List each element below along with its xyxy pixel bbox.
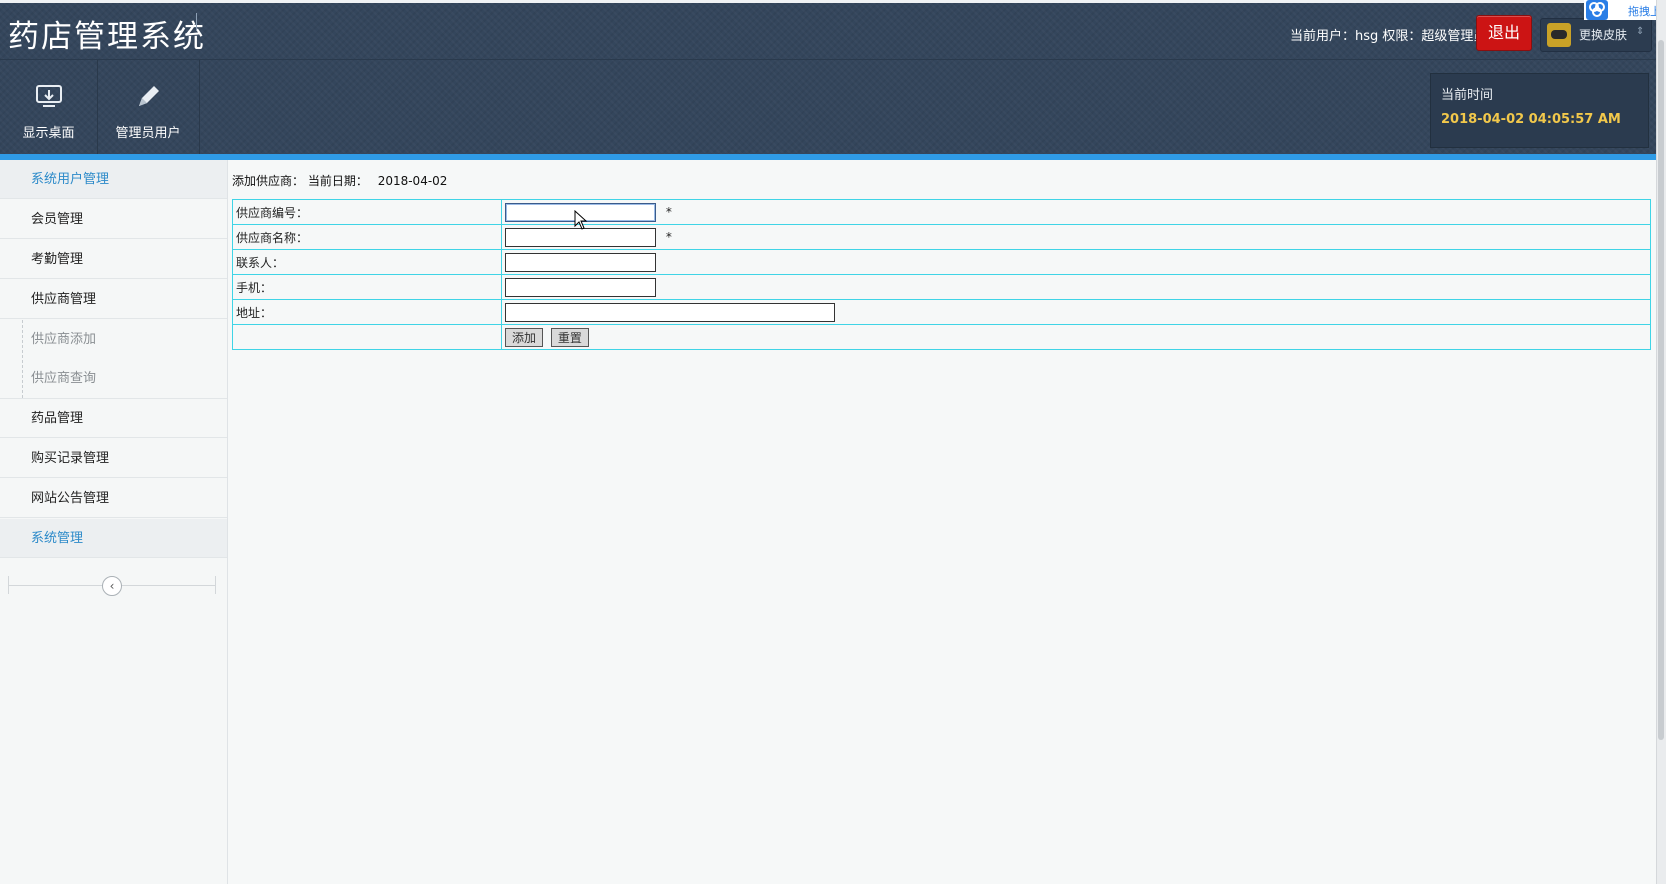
supplier-name-input[interactable] [505, 227, 656, 247]
page-title: 添加供应商： [232, 174, 305, 188]
sidebar-item-system-users[interactable]: 系统用户管理 [0, 160, 227, 199]
form-row: 手机： [232, 274, 1651, 300]
time-value: 2018-04-02 04:05:57 AM [1441, 112, 1621, 127]
skin-switcher[interactable]: 更换皮肤 ⇕ [1540, 18, 1652, 52]
phone-input[interactable] [505, 277, 656, 297]
required-mark: * [665, 204, 672, 219]
field-label: 供应商编号： [232, 199, 502, 225]
sidebar-item-system[interactable]: 系统管理 [0, 519, 227, 558]
contact-input[interactable] [505, 252, 656, 272]
field-label: 手机： [232, 274, 502, 300]
monitor-icon [34, 82, 64, 112]
field-cell: * [501, 199, 1651, 225]
time-label: 当前时间 [1441, 88, 1494, 103]
form-row: 地址： [232, 299, 1651, 325]
sidebar-item-drugs[interactable]: 药品管理 [0, 399, 227, 438]
field-label: 供应商名称： [232, 224, 502, 250]
form-row: 添加 重置 [232, 324, 1651, 350]
submenu-item-query-supplier[interactable]: 供应商查询 [0, 359, 227, 398]
current-date: 2018-04-02 [377, 174, 448, 188]
add-button[interactable]: 添加 [505, 327, 544, 347]
field-cell [501, 299, 1651, 325]
form-row: 供应商编号： * [232, 199, 1651, 225]
empty-cell [232, 324, 502, 350]
submenu-item-add-supplier[interactable]: 供应商添加 [0, 320, 227, 359]
user-info: 当前用户：hsg 权限：超级管理员 [1290, 29, 1487, 44]
sidebar-item-announcements[interactable]: 网站公告管理 [0, 479, 227, 518]
action-cell: 添加 重置 [501, 324, 1651, 350]
required-mark: * [665, 229, 672, 244]
divider [215, 576, 216, 594]
field-label: 联系人： [232, 249, 502, 275]
address-input[interactable] [505, 302, 835, 322]
app-header: 药店管理系统 当前用户：hsg 权限：超级管理员 退出 更换皮肤 ⇕ 显示桌面 … [0, 3, 1666, 156]
field-cell [501, 249, 1651, 275]
cloud-icon [1586, 0, 1608, 20]
skin-avatar-icon [1547, 23, 1571, 47]
updown-caret-icon: ⇕ [1636, 26, 1645, 37]
field-cell [501, 274, 1651, 300]
upload-overlay[interactable]: 拖拽上传 [1584, 0, 1666, 20]
form-row: 供应商名称： * [232, 224, 1651, 250]
mouse-pointer-icon [574, 209, 588, 230]
logout-button[interactable]: 退出 [1476, 15, 1532, 51]
toolbar-show-desktop[interactable]: 显示桌面 [0, 60, 98, 156]
sidebar-collapse-row: ‹ [0, 568, 227, 628]
form-row: 联系人： [232, 249, 1651, 275]
sidebar: 系统用户管理 会员管理 考勤管理 供应商管理 供应商添加 供应商查询 药品管理 … [0, 160, 228, 884]
field-cell: * [501, 224, 1651, 250]
sidebar-item-members[interactable]: 会员管理 [0, 200, 227, 239]
pencil-icon [133, 82, 163, 112]
app-title: 药店管理系统 [8, 19, 206, 55]
header-top-bar: 药店管理系统 当前用户：hsg 权限：超级管理员 退出 更换皮肤 ⇕ [0, 3, 1666, 60]
breadcrumb: 添加供应商： 当前日期： 2018-04-02 [232, 172, 447, 189]
current-time-panel: 当前时间 2018-04-02 04:05:57 AM [1430, 73, 1649, 148]
reset-button[interactable]: 重置 [550, 327, 589, 347]
title-divider [196, 13, 197, 31]
toolbar-admin-user[interactable]: 管理员用户 [97, 60, 200, 156]
toolbar-label: 显示桌面 [22, 126, 75, 141]
field-label: 地址： [232, 299, 502, 325]
skin-label: 更换皮肤 [1579, 28, 1628, 42]
sidebar-item-attendance[interactable]: 考勤管理 [0, 240, 227, 279]
collapse-sidebar-icon[interactable]: ‹ [102, 576, 122, 596]
date-label: 当前日期： [307, 174, 368, 188]
divider [8, 576, 9, 594]
sidebar-item-suppliers[interactable]: 供应商管理 [0, 280, 227, 319]
toolbar-label: 管理员用户 [115, 126, 181, 141]
sidebar-item-purchase-records[interactable]: 购买记录管理 [0, 439, 227, 478]
supplier-submenu: 供应商添加 供应商查询 [0, 320, 227, 399]
scrollbar-thumb[interactable] [1658, 40, 1664, 740]
header-accent-bar [0, 154, 1656, 160]
supplier-form: 供应商编号： * 供应商名称： * 联系人： 手机： 地址： 添加 重置 [232, 199, 1651, 350]
